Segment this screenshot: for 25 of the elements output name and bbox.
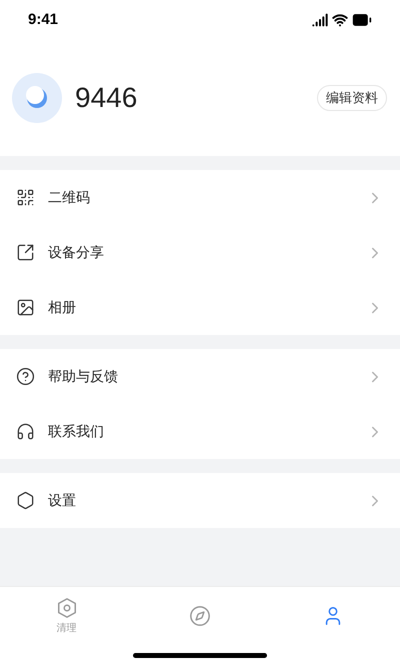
menu-item[interactable]: 设备分享 [0, 225, 400, 280]
settings-icon [16, 491, 35, 510]
status-time: 9:41 [28, 10, 58, 30]
menu-item[interactable]: 帮助与反馈 [0, 349, 400, 404]
menu-label: 相册 [48, 298, 76, 317]
edit-profile-button[interactable]: 编辑资料 [317, 85, 387, 111]
menu-item[interactable]: 联系我们 [0, 404, 400, 459]
avatar [12, 73, 62, 123]
qr-code-icon [16, 188, 35, 207]
menu-label: 设置 [48, 491, 76, 510]
user-name: 9446 [75, 81, 138, 115]
menu-item[interactable]: 设置 [0, 473, 400, 528]
share-icon [16, 243, 35, 262]
help-icon [16, 367, 35, 386]
menu-label: 帮助与反馈 [48, 367, 118, 386]
menu-label: 设备分享 [48, 243, 104, 262]
menu-item[interactable]: 二维码 [0, 170, 400, 225]
wifi-icon [332, 12, 348, 28]
menu-label: 二维码 [48, 188, 90, 207]
signal-icon [312, 12, 328, 28]
tab-label: 清理 [56, 622, 77, 636]
headset-icon [16, 422, 35, 441]
image-icon [16, 298, 35, 317]
menu-label: 联系我们 [48, 422, 104, 441]
menu-item[interactable]: 相册 [0, 280, 400, 335]
